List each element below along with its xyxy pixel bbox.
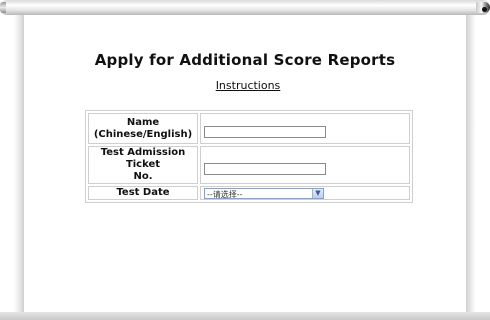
form-row-ticket: Test Admission Ticket No. (88, 146, 410, 184)
ticket-label-line1: Test Admission Ticket (100, 147, 186, 170)
form-row-date: Test Date --请选择-- ▼ (88, 186, 410, 200)
ticket-label: Test Admission Ticket No. (88, 146, 198, 184)
date-label: Test Date (88, 186, 198, 200)
roller-knob-icon (482, 7, 487, 12)
test-date-selected: --请选择-- (207, 189, 243, 199)
top-roller (0, 0, 490, 15)
test-date-select[interactable]: --请选择-- ▼ (204, 187, 324, 199)
bottom-edge (0, 312, 490, 320)
scroll-frame: Apply for Additional Score Reports Instr… (0, 0, 490, 320)
name-field-cell (200, 113, 410, 144)
form-row-name: Name (Chinese/English) (88, 113, 410, 144)
roller-left-cap (0, 2, 6, 13)
name-label: Name (Chinese/English) (88, 113, 198, 144)
application-form: Name (Chinese/English) Test Admission Ti… (85, 110, 413, 203)
ticket-field-cell (200, 146, 410, 184)
instructions-link[interactable]: Instructions (0, 79, 490, 92)
date-field-cell: --请选择-- ▼ (200, 186, 410, 200)
chevron-down-icon[interactable]: ▼ (312, 188, 323, 198)
roller-right-cap (476, 2, 490, 13)
name-input[interactable] (204, 126, 326, 138)
name-label-line2: (Chinese/English) (93, 128, 193, 140)
ticket-label-line2: No. (133, 171, 153, 182)
ticket-number-input[interactable] (204, 162, 326, 175)
page-title: Apply for Additional Score Reports (94, 51, 396, 69)
name-label-line1: Name (126, 116, 160, 128)
